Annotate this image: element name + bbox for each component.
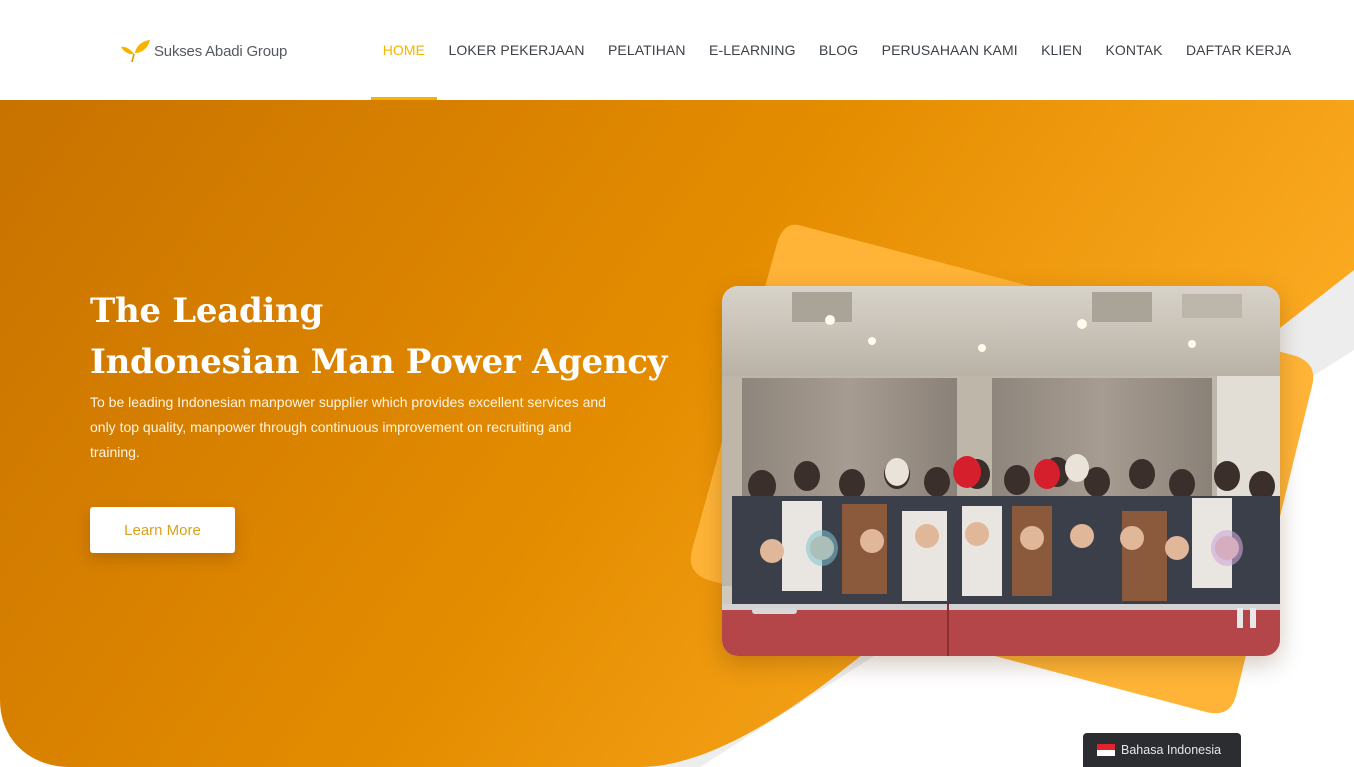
nav-item-pelatihan[interactable]: PELATIHAN: [596, 0, 697, 100]
brand-name: Sukses Abadi Group: [154, 42, 288, 60]
brand-logo[interactable]: Sukses Abadi Group: [120, 36, 287, 66]
nav-item-daftar-kerja[interactable]: DAFTAR KERJA: [1174, 0, 1303, 100]
language-switcher[interactable]: Bahasa Indonesia: [1083, 733, 1241, 767]
nav-item-kontak[interactable]: KONTAK: [1094, 0, 1175, 100]
indonesia-flag-icon: [1097, 744, 1115, 756]
nav-item-perusahaan-kami[interactable]: PERUSAHAAN KAMI: [870, 0, 1029, 100]
nav-item-home[interactable]: HOME: [371, 0, 437, 100]
leaf-icon: [121, 40, 150, 63]
hero-title-line-1: The Leading: [90, 291, 323, 331]
hero-title-line-2: Indonesian Man Power Agency: [90, 342, 668, 382]
nav-item-blog[interactable]: BLOG: [807, 0, 870, 100]
nav-item-e-learning[interactable]: E-LEARNING: [697, 0, 807, 100]
nav-item-loker-pekerjaan[interactable]: LOKER PEKERJAAN: [437, 0, 596, 100]
main-nav: HOME LOKER PEKERJAAN PELATIHAN E-LEARNIN…: [371, 0, 1303, 100]
language-label: Bahasa Indonesia: [1121, 743, 1222, 757]
nav-item-klien[interactable]: KLIEN: [1029, 0, 1093, 100]
group-photo: [722, 286, 1280, 656]
site-header: Sukses Abadi Group HOME LOKER PEKERJAAN …: [0, 0, 1354, 100]
hero-title: The Leading Indonesian Man Power Agency: [90, 286, 667, 388]
hero-section: The Leading Indonesian Man Power Agency …: [0, 100, 1354, 767]
learn-more-button[interactable]: Learn More: [90, 507, 235, 553]
hero-subtitle: To be leading Indonesian manpower suppli…: [90, 394, 606, 460]
